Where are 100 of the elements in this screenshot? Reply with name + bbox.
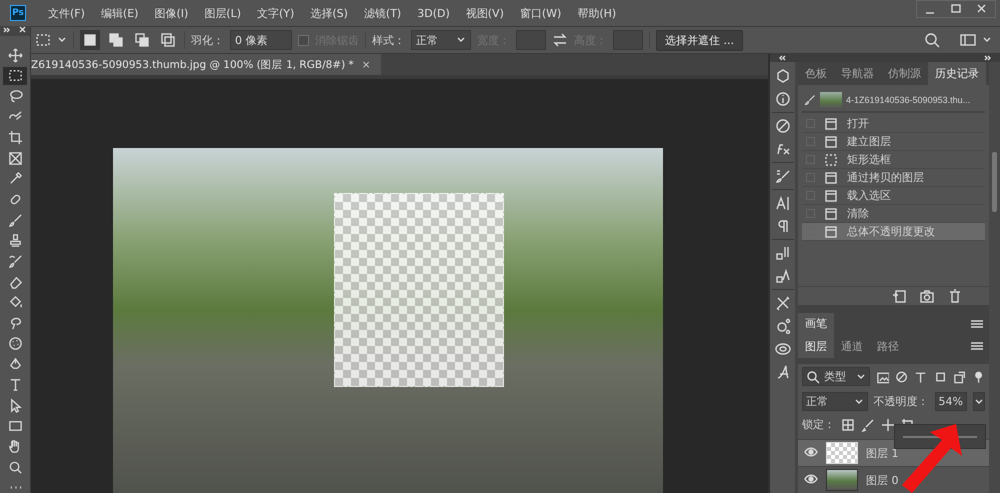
lock-label: 锁定： <box>802 417 835 432</box>
marquee-icon[interactable] <box>35 32 51 48</box>
opacity-dropdown-button[interactable] <box>973 392 985 411</box>
sponge-icon <box>8 336 22 352</box>
panel-tab[interactable]: 色板 <box>798 62 834 86</box>
close-tab-button[interactable]: × <box>362 58 371 70</box>
history-item[interactable]: 建立图层 <box>802 133 985 152</box>
menu-item[interactable]: 滤镜(T) <box>356 6 410 20</box>
layer-thumbnail <box>826 442 858 464</box>
square-mode-icon <box>160 32 176 48</box>
pen-icon <box>8 356 22 372</box>
history-brush-icon[interactable] <box>804 94 816 106</box>
eye-icon[interactable] <box>804 472 818 486</box>
app-logo: Ps <box>10 5 26 21</box>
filter-dropdown[interactable]: 类型 <box>802 367 870 386</box>
menu-item[interactable]: 3D(D) <box>409 6 458 20</box>
menu-item[interactable]: 帮助(H) <box>569 6 624 20</box>
layer-name[interactable]: 图层 1 <box>866 446 898 460</box>
rectangle-icon <box>8 418 22 434</box>
panel-tab[interactable]: 图层 <box>798 334 834 358</box>
menu-item[interactable]: 编辑(E) <box>92 6 146 20</box>
expand-icon[interactable] <box>984 54 992 62</box>
zoom-icon <box>8 460 22 475</box>
document-icon <box>823 134 839 150</box>
panel-tab[interactable]: 导航器 <box>834 62 881 86</box>
history-item[interactable]: 总体不透明度更改 <box>802 223 985 242</box>
brush-settings-icon[interactable] <box>774 168 790 184</box>
bucket-icon <box>8 294 22 310</box>
square-mode-icon <box>134 32 150 48</box>
scrollbar[interactable] <box>989 62 1000 493</box>
marquee-icon <box>8 68 22 84</box>
bandage-icon <box>8 192 22 207</box>
opacity-input[interactable]: 54% <box>934 392 967 411</box>
panel-tab[interactable]: 仿制源 <box>881 62 928 86</box>
menu-item[interactable]: 文字(Y) <box>249 6 302 20</box>
adjustment-filter-icon[interactable] <box>895 370 908 384</box>
panel-tab[interactable]: 通道 <box>834 334 870 358</box>
type-filter-icon[interactable] <box>914 370 928 384</box>
blend-mode-dropdown[interactable]: 正常 <box>802 392 868 411</box>
select-and-mask-button[interactable]: 选择并遮住 ... <box>656 30 743 50</box>
menu-item[interactable]: 选择(S) <box>302 6 356 20</box>
search-icon <box>806 370 820 384</box>
move-icon <box>8 48 22 63</box>
document-icon <box>823 206 839 222</box>
document-tab[interactable]: Z619140536-5090953.thumb.jpg @ 100% (图层 1, RGB/8#) * × <box>31 54 381 75</box>
trash-icon[interactable] <box>947 288 963 304</box>
snapshot-thumbnail <box>820 92 842 108</box>
selection-mode-button[interactable] <box>80 30 100 50</box>
snapshot-name[interactable]: 4-1Z619140536-5090953.thu... <box>846 95 970 106</box>
caret-icon <box>856 372 866 382</box>
lock-position-icon[interactable] <box>881 418 895 432</box>
history-item[interactable]: 矩形选框 <box>802 151 985 170</box>
document-icon <box>823 188 839 204</box>
feather-input[interactable]: 0 像素 <box>230 30 292 50</box>
history-item[interactable]: 打开 <box>802 115 985 134</box>
document-icon <box>823 224 839 240</box>
history-brush-icon <box>8 254 22 269</box>
tools-icon[interactable] <box>774 295 790 311</box>
cube-icon[interactable] <box>774 68 790 84</box>
collapse-icon[interactable] <box>778 54 786 62</box>
style-label: 样式： <box>372 32 405 48</box>
eyedropper-icon <box>8 171 22 186</box>
feather-label: 羽化： <box>191 32 224 48</box>
menu-item[interactable]: 文件(F) <box>40 6 93 20</box>
opacity-label: 不透明度： <box>874 394 929 409</box>
type-cursor-icon[interactable] <box>774 195 790 211</box>
marquee-icon <box>823 152 839 168</box>
lock-pixels-icon[interactable] <box>861 418 875 432</box>
camera-icon[interactable] <box>919 288 935 304</box>
style-dropdown[interactable]: 正常 <box>411 30 471 50</box>
character-style-icon[interactable] <box>774 245 790 261</box>
marquee-tool[interactable] <box>3 66 27 86</box>
network-icon[interactable] <box>774 318 790 334</box>
panel-tab[interactable]: 路径 <box>870 334 906 358</box>
stamp-icon <box>8 233 22 248</box>
document-icon <box>823 116 839 132</box>
close-icon[interactable] <box>19 26 27 34</box>
eye-icon[interactable] <box>804 444 818 458</box>
menu-item[interactable]: 图像(I) <box>146 6 196 20</box>
panel-tab[interactable]: 历史记录 <box>928 62 986 86</box>
history-item[interactable]: 载入选区 <box>802 187 985 206</box>
info-icon[interactable] <box>774 91 790 107</box>
history-item[interactable]: 通过拷贝的图层 <box>802 169 985 188</box>
layer-name[interactable]: 图层 0 <box>866 472 898 488</box>
workspace-icon[interactable] <box>960 32 976 48</box>
swap-icon[interactable] <box>552 32 568 48</box>
smart-object-filter-icon[interactable] <box>952 370 966 384</box>
frame-icon <box>8 150 22 166</box>
shape-filter-icon[interactable] <box>934 370 947 384</box>
paragraph-style-icon[interactable] <box>774 268 790 284</box>
new-document-icon[interactable] <box>891 288 907 304</box>
menu-item[interactable]: 图层(L) <box>196 6 250 20</box>
menu-item[interactable]: 窗口(W) <box>512 6 570 20</box>
search-icon[interactable] <box>924 32 940 48</box>
menu-item[interactable]: 视图(V) <box>458 6 512 20</box>
image-filter-icon[interactable] <box>876 370 890 384</box>
lock-transparency-icon[interactable] <box>841 418 855 432</box>
lasso-icon <box>8 88 22 104</box>
panel-tab[interactable]: 画笔 <box>798 313 834 335</box>
collapse-icon[interactable] <box>3 26 11 34</box>
